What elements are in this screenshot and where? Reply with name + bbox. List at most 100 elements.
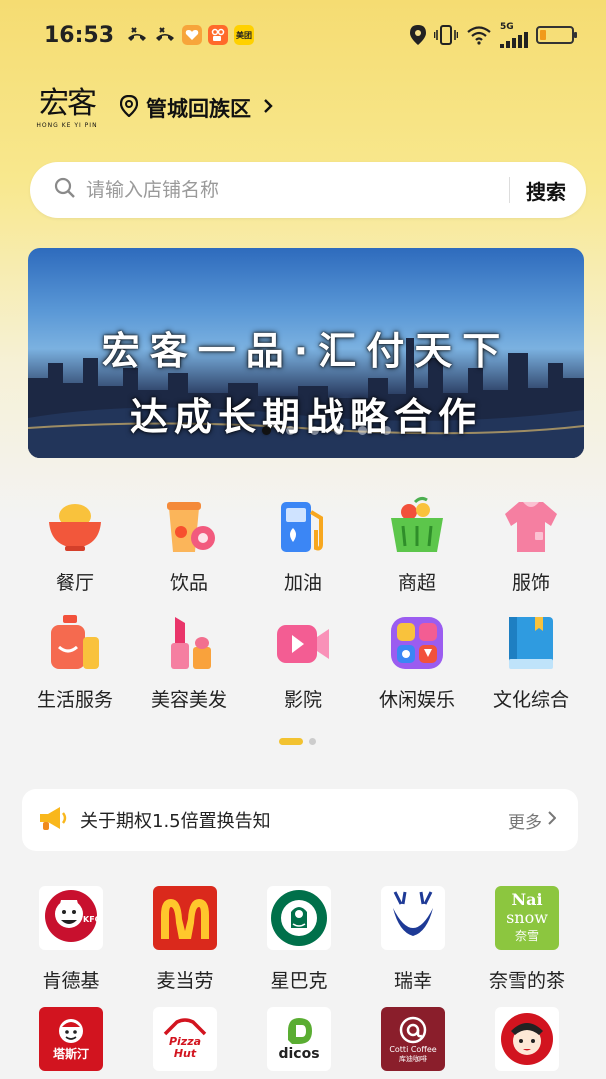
brand-naisnow[interactable]: Nai snow 奈雪 奈雪的茶 bbox=[470, 886, 584, 993]
category-cinema[interactable]: 影院 bbox=[246, 613, 360, 712]
meituan-app-icon: 美团 bbox=[234, 25, 255, 45]
banner-headline: 宏客一品·汇付天下 bbox=[101, 329, 511, 373]
category-label: 生活服务 bbox=[36, 689, 113, 711]
brand-starbucks[interactable]: 星巴克 bbox=[242, 886, 356, 993]
kuaishou-app-icon bbox=[208, 25, 229, 45]
location-selector[interactable]: 管城回族区 bbox=[119, 93, 273, 123]
lipstick-icon bbox=[159, 613, 219, 673]
page-indicator-active bbox=[279, 738, 303, 745]
location-pin-icon bbox=[119, 94, 139, 121]
brand-tastien[interactable]: 塔斯汀 bbox=[14, 1007, 128, 1071]
kfc-logo: KFC bbox=[39, 886, 103, 950]
pizzahut-logo: Pizza Hut bbox=[153, 1007, 217, 1071]
promo-banner[interactable]: 宏客一品·汇付天下 达成长期战略合作 bbox=[28, 248, 584, 458]
page-indicator bbox=[309, 738, 316, 745]
chevron-right-icon bbox=[548, 810, 557, 830]
brand-label: 星巴克 bbox=[270, 970, 328, 992]
search-input[interactable] bbox=[86, 179, 509, 201]
system-icons: 5G bbox=[410, 22, 577, 48]
brand-label: 麦当劳 bbox=[156, 970, 214, 992]
brand-logo: 宏客 HONG KE YI PIN bbox=[36, 85, 98, 129]
brand-label: 肯德基 bbox=[42, 970, 100, 992]
more-label: 更多 bbox=[508, 812, 542, 833]
drink-icon bbox=[159, 496, 219, 556]
category-pagination bbox=[279, 738, 316, 745]
shopping-basket-icon bbox=[387, 496, 447, 556]
sweater-icon bbox=[501, 496, 561, 556]
category-restaurant[interactable]: 餐厅 bbox=[18, 496, 132, 595]
cellular-signal-icon: 5G bbox=[500, 22, 528, 48]
category-fuel[interactable]: 加油 bbox=[246, 496, 360, 595]
missed-call-icon bbox=[154, 26, 176, 44]
brand-mcdonalds[interactable]: 麦当劳 bbox=[128, 886, 242, 993]
status-time: 16:53 bbox=[44, 22, 115, 48]
logo-chinese: 宏客 bbox=[39, 85, 97, 121]
category-label: 影院 bbox=[283, 689, 322, 711]
vibrate-icon bbox=[434, 25, 458, 45]
banner-dot[interactable] bbox=[382, 426, 391, 435]
notification-icons: 美团 bbox=[126, 25, 255, 45]
category-label: 美容美发 bbox=[150, 689, 227, 711]
brand-pizzahut[interactable]: Pizza Hut bbox=[128, 1007, 242, 1071]
category-life-services[interactable]: 生活服务 bbox=[18, 613, 132, 712]
brand-kfc[interactable]: KFC 肯德基 bbox=[14, 886, 128, 993]
search-icon bbox=[54, 177, 76, 203]
announcement-text: 关于期权1.5倍置换告知 bbox=[80, 811, 271, 832]
location-status-icon bbox=[410, 25, 426, 45]
category-entertainment[interactable]: 休闲娱乐 bbox=[360, 613, 474, 712]
lotion-bottle-icon bbox=[45, 613, 105, 673]
chinese-opera-logo bbox=[495, 1007, 559, 1071]
brand-luckin[interactable]: 瑞幸 bbox=[356, 886, 470, 993]
wifi-icon bbox=[466, 25, 492, 45]
category-supermarket[interactable]: 商超 bbox=[360, 496, 474, 595]
chevron-right-icon bbox=[263, 98, 273, 118]
brand-dicos[interactable]: dicos bbox=[242, 1007, 356, 1071]
entertainment-icon bbox=[387, 613, 447, 673]
megaphone-icon bbox=[38, 805, 68, 835]
announcement-bar[interactable]: 关于期权1.5倍置换告知 更多 bbox=[22, 789, 578, 851]
bowl-icon bbox=[45, 496, 105, 556]
dicos-logo: dicos bbox=[267, 1007, 331, 1071]
category-label: 加油 bbox=[283, 572, 322, 594]
category-grid: 餐厅 饮品 加油 商超 服饰 生活服务 美容美发 影院 休闲娱乐 文化综合 bbox=[18, 496, 588, 712]
missed-call-icon bbox=[126, 26, 148, 44]
banner-dot[interactable] bbox=[286, 426, 295, 435]
heart-app-icon bbox=[182, 25, 203, 45]
status-bar: 16:53 美团 5G bbox=[0, 0, 606, 70]
dicos-chinese-logo: 塔斯汀 bbox=[39, 1007, 103, 1071]
category-label: 餐厅 bbox=[55, 572, 94, 594]
banner-dot[interactable] bbox=[310, 426, 319, 435]
naisnow-logo: Nai snow 奈雪 bbox=[495, 886, 559, 950]
brand-grid: KFC 肯德基 麦当劳 星巴克 瑞幸 Nai snow 奈雪 奈雪的茶 塔斯汀 bbox=[14, 886, 584, 1071]
category-label: 饮品 bbox=[169, 572, 208, 594]
banner-dot-active[interactable] bbox=[262, 426, 271, 435]
category-apparel[interactable]: 服饰 bbox=[474, 496, 588, 595]
category-label: 商超 bbox=[397, 572, 436, 594]
category-drinks[interactable]: 饮品 bbox=[132, 496, 246, 595]
video-camera-icon bbox=[273, 613, 333, 673]
category-label: 服饰 bbox=[511, 572, 550, 594]
battery-icon bbox=[536, 26, 577, 44]
luckin-logo bbox=[381, 886, 445, 950]
location-label: 管城回族区 bbox=[146, 97, 251, 121]
banner-dot[interactable] bbox=[358, 426, 367, 435]
book-icon bbox=[501, 613, 561, 673]
brand-cotti[interactable]: Cotti Coffee 库迪咖啡 bbox=[356, 1007, 470, 1071]
starbucks-logo bbox=[267, 886, 331, 950]
svg-text:KFC: KFC bbox=[83, 915, 101, 924]
cotti-coffee-logo: Cotti Coffee 库迪咖啡 bbox=[381, 1007, 445, 1071]
fuel-pump-icon bbox=[273, 496, 333, 556]
search-bar: 搜索 bbox=[30, 162, 586, 218]
more-link[interactable]: 更多 bbox=[508, 808, 557, 833]
category-label: 文化综合 bbox=[492, 689, 569, 711]
banner-dot[interactable] bbox=[334, 426, 343, 435]
brand-label: 瑞幸 bbox=[393, 970, 432, 992]
category-beauty[interactable]: 美容美发 bbox=[132, 613, 246, 712]
banner-pagination bbox=[262, 426, 391, 435]
search-button[interactable]: 搜索 bbox=[526, 176, 566, 205]
category-culture[interactable]: 文化综合 bbox=[474, 613, 588, 712]
search-divider bbox=[509, 177, 510, 203]
brand-label: 奈雪的茶 bbox=[488, 970, 565, 992]
logo-english: HONG KE YI PIN bbox=[36, 121, 98, 129]
brand-opera[interactable] bbox=[470, 1007, 584, 1071]
